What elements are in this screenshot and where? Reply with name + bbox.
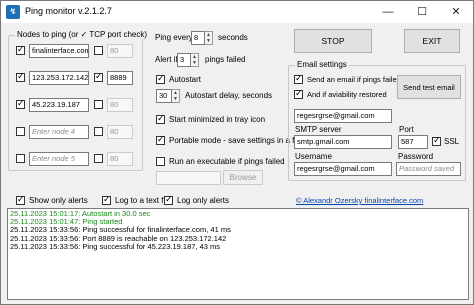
node-4-checkbox[interactable] (16, 127, 25, 136)
nodes-group-title: Nodes to ping (or ✓ TCP port check) (15, 30, 150, 39)
node-5-host-input[interactable]: Enter node 5 (29, 152, 89, 166)
node-4-port-input[interactable]: 80 (107, 125, 133, 139)
start-minimized-checkbox[interactable] (156, 113, 165, 125)
recipient-email-input[interactable]: regesrgrse@gmail.com (294, 109, 392, 123)
ssl-checkbox[interactable] (432, 135, 441, 147)
username-input[interactable]: regesrgrse@gmail.com (294, 162, 392, 176)
node-3-host-input[interactable]: 45.223.19.187 (29, 98, 89, 112)
exit-button[interactable]: EXIT (404, 29, 460, 53)
alert-if-label: Alert if (155, 55, 178, 64)
window-title: Ping monitor v.2.1.2.7 (25, 6, 112, 16)
password-input[interactable]: Password saved (396, 162, 461, 176)
app-window: ↯ Ping monitor v.2.1.2.7 — ☐ ✕ Nodes to … (0, 0, 474, 305)
app-icon: ↯ (6, 5, 20, 19)
email-settings-title: Email settings (295, 60, 349, 69)
node-3-port-input[interactable]: 80 (107, 98, 133, 112)
node-2-port-checkbox[interactable] (94, 71, 103, 83)
send-email-if-failed-checkbox[interactable] (294, 73, 303, 85)
node-1-port-input[interactable]: 80 (107, 44, 133, 58)
node-3-port-checkbox[interactable] (94, 100, 103, 109)
node-1-host-input[interactable]: finalinterface.com (29, 44, 89, 58)
log-only-alerts-checkbox[interactable] (164, 194, 173, 206)
show-only-alerts-checkbox[interactable] (16, 194, 25, 206)
node-4-port-checkbox[interactable] (94, 127, 103, 136)
username-label: Username (295, 152, 332, 161)
smtp-port-input[interactable]: 587 (398, 135, 428, 149)
pings-failed-label: pings failed (205, 55, 246, 64)
show-only-alerts-label: Show only alerts (29, 196, 88, 205)
node-5-port-input[interactable]: 80 (107, 152, 133, 166)
ping-every-spinner[interactable]: ▲ ▼ (205, 31, 213, 45)
copyright-link[interactable]: © Alexandr Ozersky finalinterface.com (296, 196, 423, 205)
browse-button[interactable]: Browse (223, 170, 263, 185)
minimize-button[interactable]: — (371, 1, 405, 23)
port-label: Port (399, 125, 414, 134)
ssl-label: SSL (444, 137, 460, 146)
node-1-checkbox[interactable] (16, 44, 25, 56)
alert-if-input[interactable]: 3 (177, 53, 191, 67)
close-button[interactable]: ✕ (439, 1, 473, 23)
log-to-file-checkbox[interactable] (102, 194, 111, 206)
autostart-label: Autostart (169, 75, 202, 84)
alert-if-spinner[interactable]: ▲ ▼ (191, 53, 199, 67)
log-line: 25.11.2023 15:33:56: Ping successful for… (10, 241, 221, 251)
log-only-alerts-label: Log only alerts (177, 196, 230, 205)
maximize-button[interactable]: ☐ (405, 1, 439, 23)
stop-button[interactable]: STOP (294, 29, 372, 53)
send-test-email-button[interactable]: Send test email (397, 75, 461, 99)
password-label: Password (398, 152, 434, 161)
seconds-label: seconds (218, 33, 248, 42)
run-executable-checkbox[interactable] (156, 157, 165, 166)
send-email-if-failed-label: Send an email if pings failed (307, 75, 401, 84)
node-3-checkbox[interactable] (16, 98, 25, 110)
portable-mode-label: Portable mode - save settings in a file (169, 136, 303, 145)
autostart-delay-spinner[interactable]: ▲ ▼ (172, 89, 180, 103)
node-2-port-input[interactable]: 8889 (107, 71, 133, 85)
node-5-port-checkbox[interactable] (94, 154, 103, 163)
node-1-port-checkbox[interactable] (94, 46, 103, 55)
send-email-if-restored-checkbox[interactable] (294, 88, 303, 100)
autostart-delay-input[interactable]: 30 (156, 89, 172, 103)
smtp-server-label: SMTP server (295, 125, 342, 134)
title-bar[interactable]: ↯ Ping monitor v.2.1.2.7 — ☐ ✕ (1, 1, 473, 23)
portable-mode-checkbox[interactable] (156, 134, 165, 146)
send-email-if-restored-label: And if aviability restored (307, 90, 387, 99)
autostart-delay-label: Autostart delay, seconds (185, 91, 273, 100)
node-4-host-input[interactable]: Enter node 4 (29, 125, 89, 139)
start-minimized-label: Start minimized in tray icon (169, 115, 266, 124)
run-executable-label: Run an executable if pings failed (169, 157, 285, 166)
node-5-checkbox[interactable] (16, 154, 25, 163)
node-2-host-input[interactable]: 123.253.172.142 (29, 71, 89, 85)
ping-every-label: Ping every (155, 33, 193, 42)
node-2-checkbox[interactable] (16, 71, 25, 83)
smtp-server-input[interactable]: smtp.gmail.com (294, 135, 392, 149)
log-output[interactable]: 25.11.2023 15:01:17: Autostart in 30.0 s… (7, 208, 469, 300)
log-to-file-label: Log to a text file (115, 196, 172, 205)
autostart-checkbox[interactable] (156, 73, 165, 85)
executable-path-input[interactable] (156, 171, 221, 185)
ping-every-input[interactable]: 8 (191, 31, 205, 45)
